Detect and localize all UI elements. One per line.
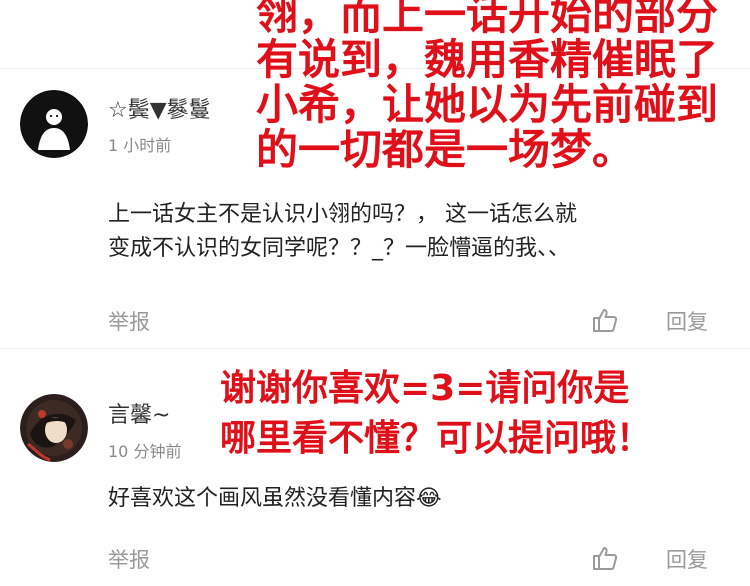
comment-line: 好喜欢这个画风虽然没看懂内容 xyxy=(108,486,417,511)
comment-line: 变成不认识的女同学呢？？_？一脸懵逼的我、、 xyxy=(108,236,571,261)
report-button[interactable]: 举报 xyxy=(108,306,150,336)
comment-text: 好喜欢这个画风虽然没看懂内容😂 xyxy=(108,482,442,516)
reply-button[interactable]: 回复 xyxy=(666,544,708,574)
author-annotation: 翎，而上一话开始的部分 有说到，魏用香精催眠了 小希，让她以为先前碰到 的一切都… xyxy=(256,0,718,172)
comment-line: 上一话女主不是认识小翎的吗？， 这一话怎么就 xyxy=(108,202,577,227)
annotation-line: 小希，让她以为先前碰到 xyxy=(256,80,719,129)
annotation-line: 有说到，魏用香精催眠了 xyxy=(256,35,719,84)
username[interactable]: 言馨~ xyxy=(108,397,170,429)
laughing-tears-emoji: 😂 xyxy=(416,486,442,511)
comment-divider xyxy=(0,348,750,349)
author-reply-annotation: 谢谢你喜欢=3=请问你是 哪里看不懂？可以提问哦！ xyxy=(220,364,652,464)
timestamp: 1 小时前 xyxy=(108,136,172,155)
comment-text: 上一话女主不是认识小翎的吗？， 这一话怎么就 变成不认识的女同学呢？？_？一脸懵… xyxy=(108,198,577,266)
report-button[interactable]: 举报 xyxy=(108,544,150,574)
username[interactable]: ☆鬓▼鬖鬘 xyxy=(108,92,211,124)
annotation-line: 哪里看不懂？可以提问哦！ xyxy=(220,418,653,459)
thumbs-up-icon[interactable] xyxy=(591,544,619,572)
avatar[interactable] xyxy=(20,394,88,462)
annotation-line: 谢谢你喜欢=3=请问你是 xyxy=(220,368,630,409)
annotation-line: 翎，而上一话开始的部分 xyxy=(256,0,719,39)
timestamp: 10 分钟前 xyxy=(108,442,182,461)
reply-button[interactable]: 回复 xyxy=(666,306,708,336)
annotation-line: 的一切都是一场梦。 xyxy=(256,125,635,174)
thumbs-up-icon[interactable] xyxy=(591,306,619,334)
avatar[interactable] xyxy=(20,90,88,158)
